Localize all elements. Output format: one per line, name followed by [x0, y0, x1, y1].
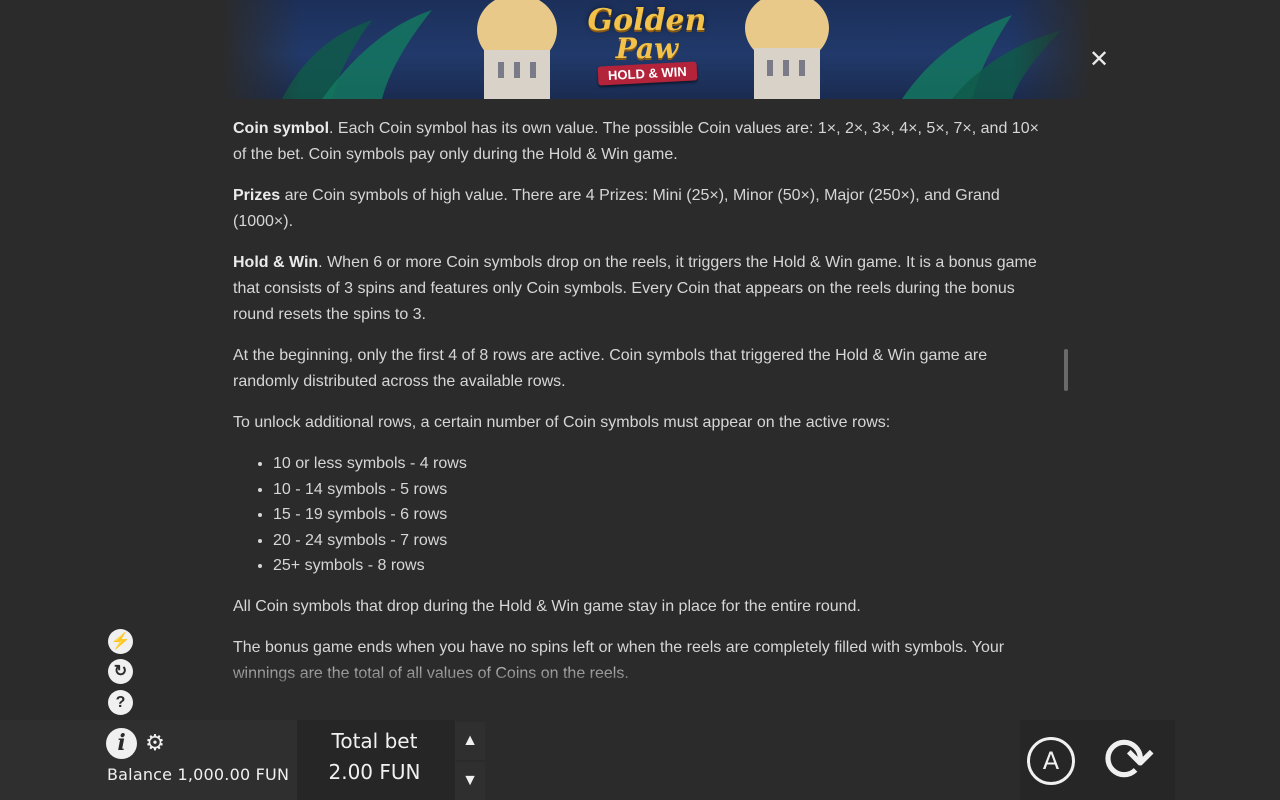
- spin-button[interactable]: ⟳: [1094, 726, 1164, 796]
- rule-prizes-text: are Coin symbols of high value. There ar…: [233, 187, 1000, 230]
- rule-unlock-intro: To unlock additional rows, a certain num…: [233, 414, 891, 431]
- rule-holdwin-text: . When 6 or more Coin symbols drop on th…: [233, 254, 1037, 323]
- banner-fade-left: [222, 0, 302, 99]
- unlock-list: 10 or less symbols - 4 rows 10 - 14 symb…: [233, 451, 1048, 579]
- gear-icon[interactable]: ⚙: [143, 731, 167, 755]
- info-icon[interactable]: i: [106, 728, 137, 759]
- total-bet-value: 2.00 FUN: [328, 760, 421, 784]
- rule-coin-text: . Each Coin symbol has its own value. Th…: [233, 120, 1039, 163]
- rule-holdwin: Hold & Win. When 6 or more Coin symbols …: [233, 250, 1048, 328]
- game-logo: Golden Paw HOLD & WIN: [572, 0, 722, 99]
- list-item: 10 or less symbols - 4 rows: [273, 451, 1048, 477]
- quickspin-icon[interactable]: ↻: [108, 659, 133, 684]
- total-bet-label: Total bet: [331, 729, 418, 753]
- turbo-icon[interactable]: ⚡: [108, 629, 133, 654]
- logo-ribbon: HOLD & WIN: [597, 61, 697, 86]
- rule-coin-term: Coin symbol: [233, 120, 330, 137]
- close-button[interactable]: ✕: [1088, 46, 1110, 73]
- list-item: 20 - 24 symbols - 7 rows: [273, 528, 1048, 554]
- arrow-down-icon: ▼: [462, 772, 478, 789]
- arrow-up-icon: ▲: [462, 732, 478, 749]
- banner-fade-right: [1012, 0, 1092, 99]
- rule-stay: All Coin symbols that drop during the Ho…: [233, 597, 861, 615]
- rules-content[interactable]: Coin symbol. Each Coin symbol has its ow…: [233, 116, 1048, 696]
- autoplay-icon: A: [1042, 747, 1060, 775]
- bet-decrease-button[interactable]: ▼: [455, 762, 485, 800]
- scrollbar-thumb[interactable]: [1064, 349, 1068, 391]
- game-banner: Golden Paw HOLD & WIN: [222, 0, 1092, 99]
- rule-prizes: Prizes are Coin symbols of high value. T…: [233, 183, 1048, 235]
- logo-line2: Paw: [615, 32, 679, 65]
- rule-end: The bonus game ends when you have no spi…: [233, 638, 1005, 682]
- balance-text: Balance 1,000.00 FUN: [107, 765, 290, 784]
- list-item: 25+ symbols - 8 rows: [273, 553, 1048, 579]
- help-icon[interactable]: ?: [108, 690, 133, 715]
- rule-coin: Coin symbol. Each Coin symbol has its ow…: [233, 116, 1048, 168]
- rule-prizes-term: Prizes: [233, 187, 281, 204]
- list-item: 10 - 14 symbols - 5 rows: [273, 477, 1048, 503]
- spin-icon: ⟳: [1103, 726, 1155, 795]
- rule-beginning: At the beginning, only the first 4 of 8 …: [233, 347, 988, 390]
- autoplay-button[interactable]: A: [1027, 737, 1075, 785]
- bet-increase-button[interactable]: ▲: [455, 722, 485, 760]
- rule-holdwin-term: Hold & Win: [233, 254, 319, 271]
- close-icon: ✕: [1088, 46, 1110, 73]
- list-item: 15 - 19 symbols - 6 rows: [273, 502, 1048, 528]
